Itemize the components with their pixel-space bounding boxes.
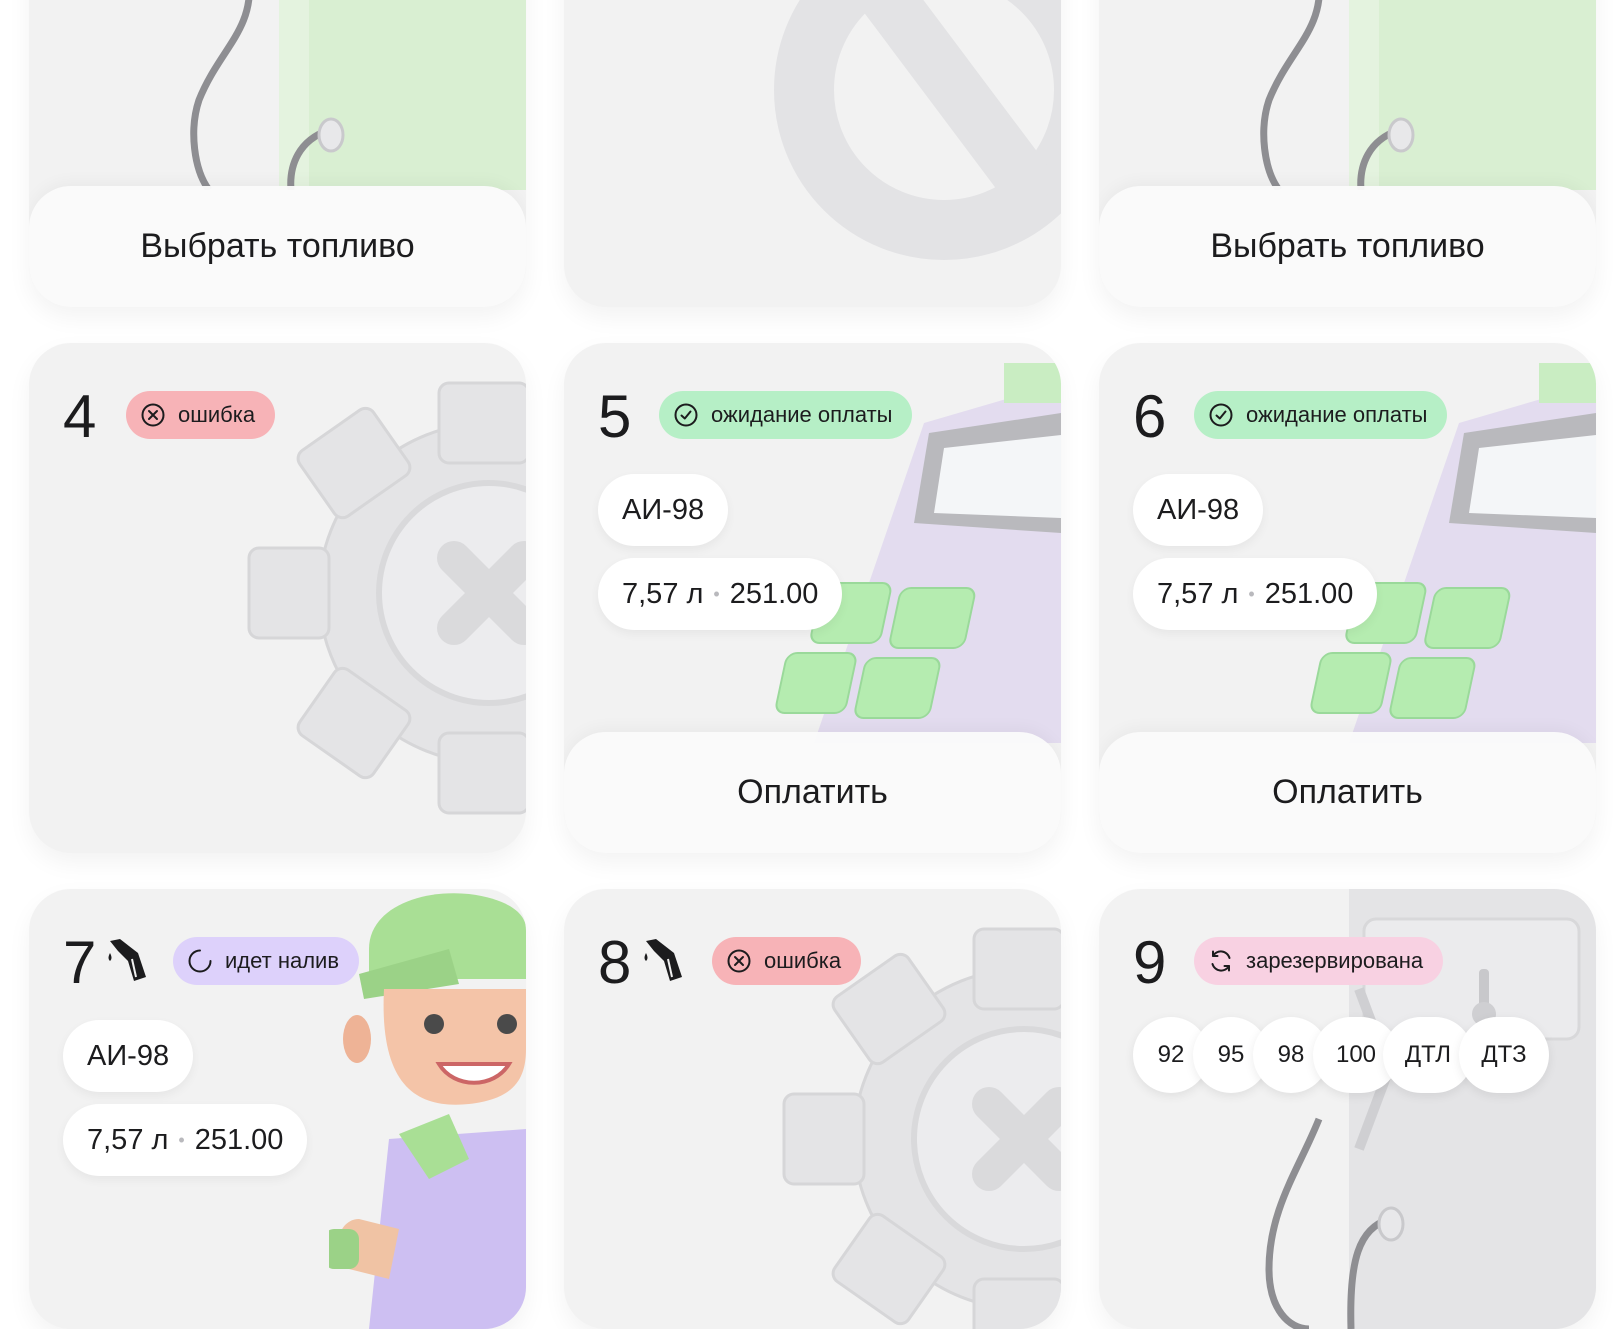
fuel-nozzle-icon — [108, 939, 146, 981]
status-badge: ожидание оплаты — [659, 391, 913, 439]
amount-value: 251.00 — [729, 577, 819, 610]
status-label: ошибка — [178, 402, 256, 427]
fuel-option-dtz[interactable]: ДТЗ — [1459, 1017, 1549, 1093]
pump-number: 4 — [63, 383, 96, 450]
status-label: зарезервирована — [1246, 948, 1424, 973]
volume-value: 7,57 л — [622, 577, 704, 610]
fuel-type-chip: АИ-98 — [1133, 474, 1264, 546]
pump-card-6[interactable]: 6 ожидание оплаты АИ-98 7,57 л • 251.00 … — [1099, 343, 1596, 853]
volume-value: 7,57 л — [1157, 577, 1239, 610]
volume-amount-chip: 7,57 л • 251.00 — [1133, 558, 1378, 630]
status-label: ожидание оплаты — [711, 402, 893, 427]
volume-amount-chip: 7,57 л • 251.00 — [598, 558, 843, 630]
pump-card-4[interactable]: 4 ошибка — [29, 343, 526, 853]
volume-amount-chip: 7,57 л • 251.00 — [63, 1104, 308, 1176]
error-circle-x-icon — [727, 949, 751, 973]
attendant-illustration — [329, 893, 526, 1329]
status-badge: ошибка — [712, 937, 862, 985]
fuel-pump-illustration — [1260, 0, 1596, 190]
pump-card-9[interactable]: 9 зарезервирована 92 95 98 100 ДТЛ ДТЗ — [1099, 889, 1596, 1329]
pump-card-8[interactable]: 8 ошибка — [564, 889, 1061, 1329]
pump-card-top-1: Выбрать топливо — [29, 0, 526, 307]
separator-dot: • — [713, 583, 720, 604]
pump-card-top-3: Выбрать топливо — [1099, 0, 1596, 307]
check-circle-icon — [674, 403, 698, 427]
amount-value: 251.00 — [1264, 577, 1354, 610]
pump-number: 7 — [63, 929, 96, 996]
spinner-icon — [188, 949, 212, 973]
pump-number: 8 — [598, 929, 631, 996]
pump-number: 5 — [598, 383, 631, 450]
status-badge: идет налив — [173, 937, 360, 985]
status-label: ошибка — [764, 948, 842, 973]
pump-card-7[interactable]: 7 идет налив АИ-98 7,57 л • 251.00 — [29, 889, 526, 1329]
pump-number: 9 — [1133, 929, 1166, 996]
gear-error-illustration — [247, 381, 526, 815]
status-label: ожидание оплаты — [1246, 402, 1428, 427]
blocked-icon — [774, 0, 1061, 260]
status-badge: зарезервирована — [1194, 937, 1444, 985]
fuel-nozzle-icon — [644, 939, 682, 981]
status-badge: ожидание оплаты — [1194, 391, 1448, 439]
separator-dot: • — [1248, 583, 1255, 604]
fuel-type-chip: АИ-98 — [598, 474, 729, 546]
select-fuel-button[interactable]: Выбрать топливо — [29, 186, 526, 307]
amount-value: 251.00 — [194, 1123, 284, 1156]
pump-number: 6 — [1133, 383, 1166, 450]
fuel-pump-illustration — [190, 0, 526, 190]
pay-button[interactable]: Оплатить — [564, 732, 1061, 853]
fuel-type-chip: АИ-98 — [63, 1020, 194, 1092]
error-circle-x-icon — [141, 403, 165, 427]
select-fuel-button[interactable]: Выбрать топливо — [1099, 186, 1596, 307]
check-circle-icon — [1209, 403, 1233, 427]
pump-card-5[interactable]: 5 ожидание оплаты АИ-98 7,57 л • 251.00 … — [564, 343, 1061, 853]
separator-dot: • — [178, 1129, 185, 1150]
volume-value: 7,57 л — [87, 1123, 169, 1156]
pump-card-top-2 — [564, 0, 1061, 307]
refresh-icon — [1211, 950, 1231, 972]
status-label: идет налив — [225, 948, 340, 973]
pay-button[interactable]: Оплатить — [1099, 732, 1596, 853]
status-badge: ошибка — [126, 391, 276, 439]
